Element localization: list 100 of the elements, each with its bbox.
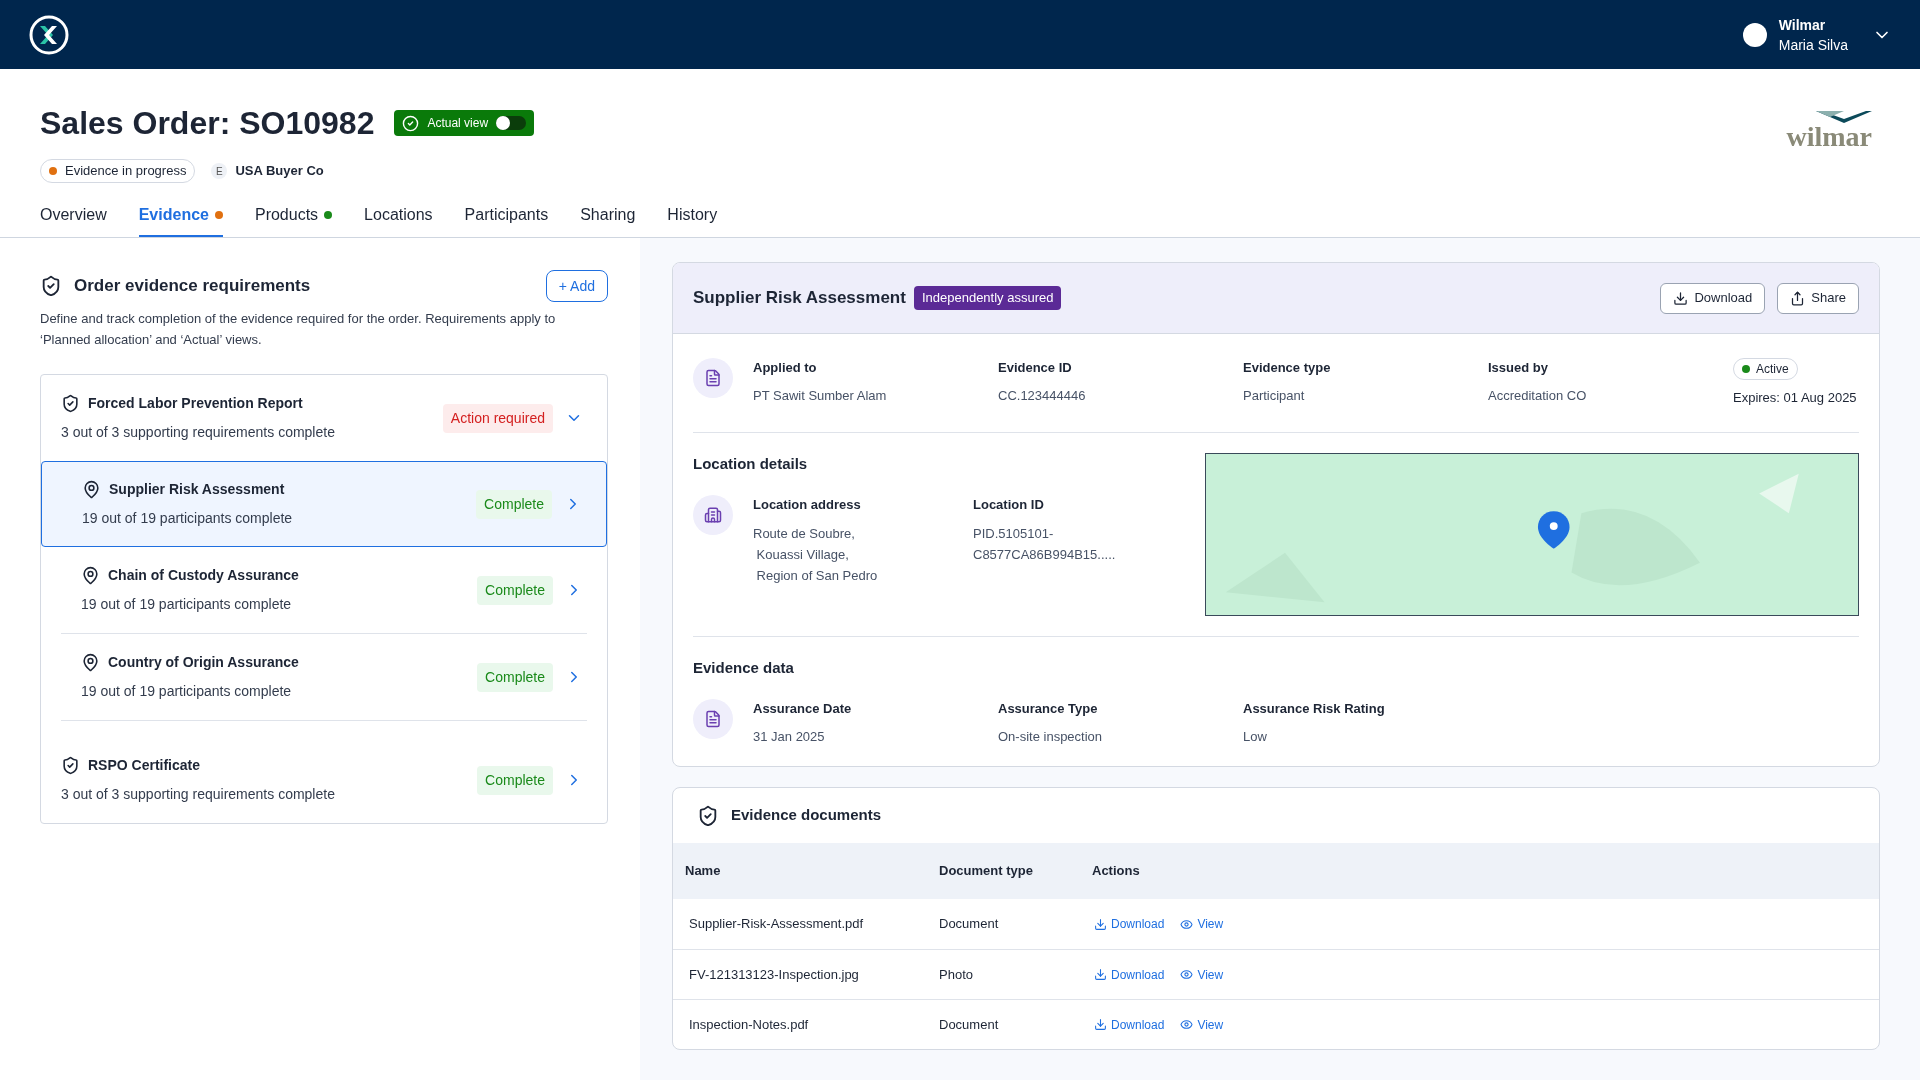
eye-icon (1180, 1018, 1194, 1031)
status-badge: Complete (477, 575, 553, 605)
requirement-subtitle: 19 out of 19 participants complete (82, 509, 293, 528)
requirement-subtitle: 3 out of 3 supporting requirements complete (61, 785, 335, 804)
field-value: On-site inspection (998, 727, 1104, 746)
requirement-row[interactable]: Chain of Custody Assurance 19 out of 19 participants complete Complete (41, 547, 607, 633)
share-button[interactable]: Share (1777, 282, 1859, 314)
view-link[interactable]: View (1180, 915, 1224, 933)
document-type-cell-text: Document (939, 915, 1000, 934)
file-name-cell-text: Inspection-Notes.pdf (689, 1015, 810, 1034)
shield-check-icon (697, 804, 719, 827)
field-label: Evidence type (1243, 359, 1332, 377)
requirement-row[interactable]: Supplier Risk Assessment 19 out of 19 participants complete Complete (41, 461, 607, 547)
field-value: CC.123444446 (998, 386, 1087, 405)
field-label: Location address (753, 496, 862, 514)
document-type-cell-text: Photo (939, 965, 974, 984)
field-value: 31 Jan 2025 (753, 727, 826, 746)
download-button[interactable]: Download (1660, 282, 1766, 314)
share-icon (1790, 290, 1806, 306)
field-label: Assurance Date (753, 700, 853, 718)
field-label: Location ID (973, 496, 1045, 514)
field-value-line: C8577CA86B994B15..... (973, 545, 1117, 564)
detail-title: Supplier Risk Assessment (693, 287, 906, 310)
buyer-initial: E (211, 163, 228, 179)
column-header: Name (685, 862, 722, 881)
requirement-title: Country of Origin Assurance (108, 653, 299, 672)
download-icon (1673, 290, 1689, 306)
page-title: Sales Order: SO10982 (40, 104, 375, 143)
app-logo-icon[interactable] (28, 13, 70, 56)
download-link[interactable]: Download (1094, 1015, 1165, 1034)
requirement-row[interactable]: RSPO Certificate 3 out of 3 supporting requirements complete Complete (41, 737, 607, 823)
company-logo: wilmar (1786, 111, 1872, 183)
field-label: Evidence ID (998, 359, 1073, 377)
field-label: Assurance Risk Rating (1243, 700, 1386, 718)
requirement-title: RSPO Certificate (88, 756, 201, 775)
field-value: Participant (1243, 386, 1306, 405)
file-name-cell-text: FV-121313123-Inspection.jpg (689, 965, 860, 984)
requirement-row[interactable]: Forced Labor Prevention Report 3 out of 3 supporting requirements complete Action required (41, 375, 607, 461)
check-circle-icon (402, 114, 420, 132)
add-button[interactable]: + Add (545, 270, 608, 302)
document-icon (704, 710, 722, 728)
status-badge: Complete (477, 765, 553, 795)
section-title: Order evidence requirements (74, 275, 311, 298)
field-label: Assurance Type (998, 700, 1099, 718)
buyer-name: USA Buyer Co (235, 162, 324, 181)
download-icon (1094, 968, 1107, 981)
field-value: Accreditation CO (1488, 386, 1588, 405)
requirement-title: Chain of Custody Assurance (108, 566, 299, 585)
section-description: Define and track completion of the evidence required for the order. Requirements apply to ‘Planned allocation’ and ‘Actual’ views. (40, 310, 557, 349)
field-value: Low (1243, 727, 1268, 746)
documents-title: Evidence documents (731, 805, 882, 826)
view-link[interactable]: View (1180, 1015, 1224, 1034)
tab[interactable]: Locations (364, 195, 433, 237)
download-link[interactable]: Download (1094, 965, 1165, 984)
avatar (1742, 22, 1767, 47)
shield-check-icon (40, 275, 62, 297)
expiry-date: Expires: 01 Aug 2025 (1733, 389, 1857, 407)
field-label: Issued by (1488, 359, 1549, 377)
user-name: Maria Silva (1778, 35, 1848, 55)
map-pin-icon (81, 566, 100, 585)
field-value-line: Kouassi Village, (755, 545, 850, 564)
building-icon (704, 506, 722, 524)
requirement-subtitle: 19 out of 19 participants complete (81, 595, 293, 614)
tab[interactable]: Overview (40, 195, 107, 237)
assurance-badge: Independently assured (913, 286, 1062, 310)
tab[interactable]: Participants (464, 195, 549, 237)
user-org: Wilmar (1778, 15, 1827, 35)
chevron-mark-icon (1816, 111, 1872, 125)
download-icon (1094, 917, 1107, 931)
status-badge: Action required (442, 403, 553, 433)
tab[interactable]: Products (254, 195, 333, 237)
requirement-row[interactable]: Country of Origin Assurance 19 out of 19 participants complete Complete (41, 634, 607, 720)
column-header: Document type (939, 862, 1034, 881)
download-link[interactable]: Download (1094, 915, 1165, 933)
tab[interactable]: Sharing (580, 195, 636, 237)
subsection-title: Location details (693, 453, 809, 474)
map-pin-icon (81, 653, 100, 672)
tab[interactable]: Evidence (138, 195, 223, 237)
field-value: PT Sawit Sumber Alam (753, 386, 888, 405)
field-value-line: Region of San Pedro (755, 566, 879, 585)
field-value-line: PID.5105101- (973, 524, 1055, 543)
eye-icon (1180, 968, 1194, 981)
view-toggle[interactable]: Actual view (394, 110, 535, 136)
status-badge: Complete (477, 662, 553, 692)
column-header: Actions (1092, 862, 1140, 881)
document-type-cell-text: Document (939, 1015, 1000, 1034)
map-pin-icon (82, 480, 101, 499)
requirement-title: Forced Labor Prevention Report (88, 394, 303, 413)
view-link[interactable]: View (1180, 965, 1224, 984)
toggle-switch[interactable] (496, 116, 527, 130)
requirement-subtitle: 3 out of 3 supporting requirements complete (61, 423, 335, 442)
shield-check-icon (61, 756, 80, 775)
field-value-line: Route de Soubre, (753, 524, 856, 543)
requirement-subtitle: 19 out of 19 participants complete (81, 682, 293, 701)
tab[interactable]: History (667, 195, 718, 237)
subsection-title: Evidence data (693, 657, 795, 678)
shield-check-icon (61, 394, 80, 413)
user-menu[interactable]: Wilmar Maria Silva (1742, 14, 1892, 55)
document-icon (704, 369, 722, 387)
field-label: Applied to (753, 359, 818, 377)
